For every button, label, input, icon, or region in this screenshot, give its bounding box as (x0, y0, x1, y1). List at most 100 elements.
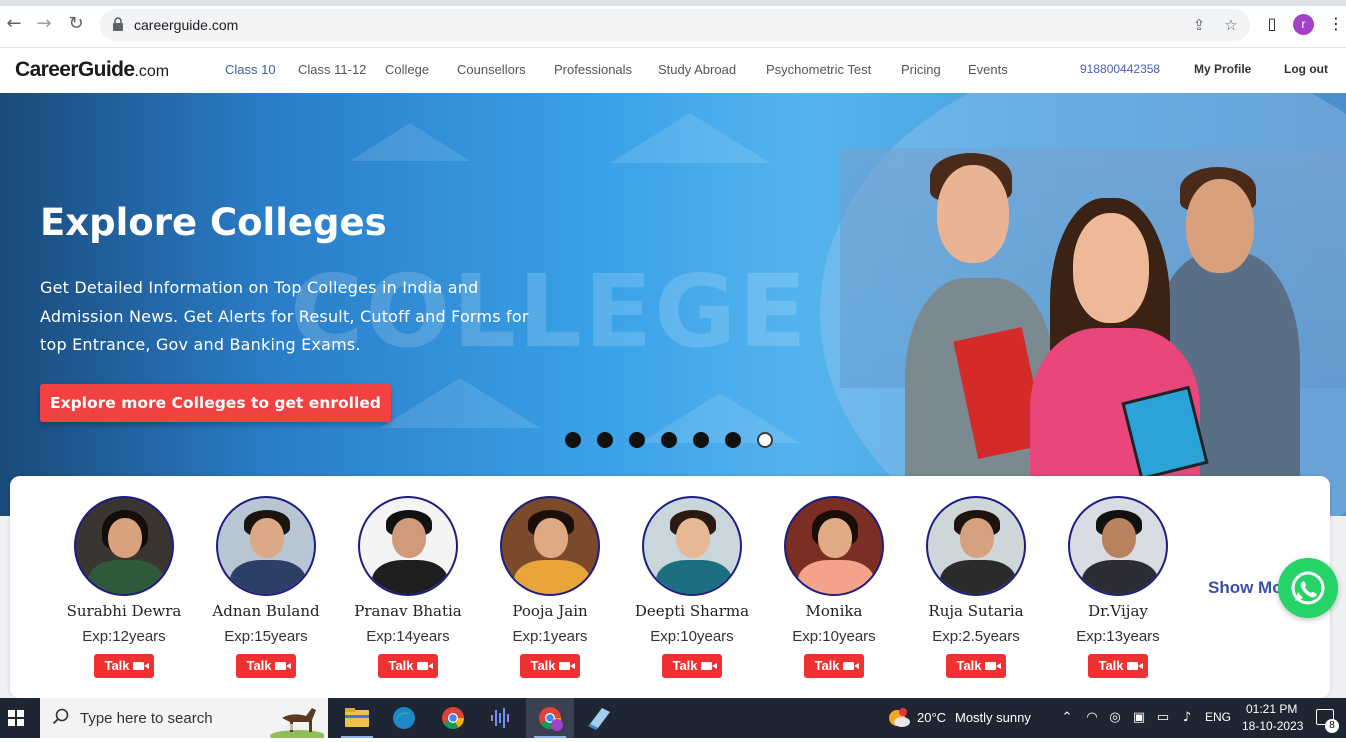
carousel-dot[interactable] (565, 432, 581, 448)
url-text[interactable]: careerguide.com (134, 17, 238, 33)
windows-start-icon[interactable] (8, 710, 24, 726)
notification-count: 8 (1325, 719, 1339, 733)
battery-icon[interactable]: ▭ (1154, 709, 1172, 727)
talk-button[interactable]: Talk (520, 654, 580, 678)
counsellor-experience: Exp:10years (650, 628, 734, 645)
camera-icon[interactable]: ▣ (1130, 709, 1148, 727)
avatar (358, 496, 458, 596)
counsellor-card[interactable]: Adnan Buland Exp:15years Talk (195, 496, 337, 686)
forward-icon[interactable]: → (34, 14, 54, 34)
talk-label: Talk (104, 658, 130, 673)
taskbar-chrome-profile[interactable] (526, 698, 574, 738)
talk-button[interactable]: Talk (378, 654, 438, 678)
hero-banner: COLLEGE Explore Colleges Get Detailed In… (0, 93, 1346, 516)
taskbar-voice-app[interactable] (477, 698, 525, 738)
counsellor-name: Adnan Buland (212, 602, 320, 620)
phone-number[interactable]: 918800442358 (1080, 62, 1160, 76)
taskbar-chrome[interactable] (429, 698, 477, 738)
network-icon[interactable]: ◠ (1083, 709, 1101, 727)
site-logo[interactable]: CareerGuide.com (15, 58, 169, 82)
language-indicator[interactable]: ENG (1205, 710, 1231, 724)
talk-button[interactable]: Talk (662, 654, 722, 678)
side-panel-icon[interactable]: ▯ (1262, 14, 1282, 34)
talk-button[interactable]: Talk (236, 654, 296, 678)
video-camera-icon (1126, 661, 1143, 670)
clock-time[interactable]: 01:21 PM (1246, 702, 1297, 716)
talk-label: Talk (814, 658, 840, 673)
counsellor-card[interactable]: Surabhi Dewra Exp:12years Talk (53, 496, 195, 686)
avatar (1068, 496, 1168, 596)
avatar (642, 496, 742, 596)
chevron-up-icon[interactable]: ⌃ (1058, 709, 1076, 727)
taskbar-file-explorer[interactable] (333, 698, 381, 738)
counsellor-card[interactable]: Dr.Vijay Exp:13years Talk (1047, 496, 1189, 686)
nav-pricing[interactable]: Pricing (901, 62, 941, 77)
nav-counsellors[interactable]: Counsellors (457, 62, 526, 77)
weather-sun-icon (889, 708, 910, 727)
menu-kebab-icon[interactable]: ⋮ (1326, 14, 1346, 34)
carousel-dot[interactable] (629, 432, 645, 448)
whatsapp-button[interactable] (1278, 558, 1338, 618)
counsellor-name: Monika (805, 602, 863, 620)
nav-professionals[interactable]: Professionals (554, 62, 632, 77)
weather-temperature[interactable]: 20°C (917, 710, 946, 725)
explore-colleges-button[interactable]: Explore more Colleges to get enrolled (40, 384, 391, 422)
talk-label: Talk (1098, 658, 1124, 673)
counsellor-name: Ruja Sutaria (928, 602, 1024, 620)
avatar (74, 496, 174, 596)
meet-now-icon[interactable]: ◎ (1106, 709, 1124, 727)
taskbar-notes-app[interactable] (576, 698, 624, 738)
audio-wave-icon (491, 708, 509, 728)
volume-icon[interactable]: ♪ (1178, 709, 1196, 727)
carousel-dot-active[interactable] (757, 432, 773, 448)
counsellor-card[interactable]: Pooja Jain Exp:1years Talk (479, 496, 621, 686)
share-icon[interactable]: ⇪ (1190, 16, 1208, 34)
avatar-face (534, 518, 568, 558)
profile-avatar[interactable]: r (1293, 14, 1314, 35)
counsellor-card[interactable]: Ruja Sutaria Exp:2.5years Talk (905, 496, 1047, 686)
my-profile-link[interactable]: My Profile (1194, 62, 1251, 76)
counsellor-card[interactable]: Pranav Bhatia Exp:14years Talk (337, 496, 479, 686)
video-camera-icon (558, 661, 575, 670)
bookmark-star-icon[interactable]: ☆ (1222, 16, 1240, 34)
nav-college[interactable]: College (385, 62, 429, 77)
talk-button[interactable]: Talk (804, 654, 864, 678)
carousel-dot[interactable] (661, 432, 677, 448)
chrome-profile-icon (539, 707, 563, 731)
video-camera-icon (132, 661, 149, 670)
counsellor-name: Pooja Jain (512, 602, 588, 620)
counsellor-name: Deepti Sharma (634, 602, 750, 620)
graduation-cap-decoration (610, 113, 770, 163)
nav-events[interactable]: Events (968, 62, 1008, 77)
avatar-body (940, 560, 1016, 594)
taskbar-edge[interactable] (380, 698, 428, 738)
talk-button[interactable]: Talk (94, 654, 154, 678)
carousel-dot[interactable] (725, 432, 741, 448)
taskbar-search[interactable]: Type here to search (40, 698, 328, 738)
video-camera-icon (700, 661, 717, 670)
back-icon[interactable]: ← (4, 14, 24, 34)
counsellor-experience: Exp:14years (366, 628, 450, 645)
talk-button[interactable]: Talk (1088, 654, 1148, 678)
counsellor-experience: Exp:10years (792, 628, 876, 645)
nav-study-abroad[interactable]: Study Abroad (658, 62, 736, 77)
hero-title: Explore Colleges (40, 201, 387, 244)
nav-class-10[interactable]: Class 10 (225, 62, 276, 77)
counsellor-card[interactable]: Monika Exp:10years Talk (763, 496, 905, 686)
carousel-dot[interactable] (597, 432, 613, 448)
address-bar[interactable]: careerguide.com ⇪ ☆ (100, 9, 1250, 41)
graduation-cap-decoration (350, 123, 470, 161)
talk-label: Talk (672, 658, 698, 673)
avatar-body (514, 560, 590, 594)
logout-link[interactable]: Log out (1284, 62, 1328, 76)
weather-description[interactable]: Mostly sunny (955, 710, 1031, 725)
counsellor-card[interactable]: Deepti Sharma Exp:10years Talk (621, 496, 763, 686)
carousel-dot[interactable] (693, 432, 709, 448)
video-camera-icon (984, 661, 1001, 670)
search-icon (52, 708, 69, 725)
nav-class-11-12[interactable]: Class 11-12 (298, 62, 366, 77)
talk-button[interactable]: Talk (946, 654, 1006, 678)
reload-icon[interactable]: ↻ (66, 14, 86, 34)
clock-date[interactable]: 18-10-2023 (1242, 719, 1303, 733)
nav-psychometric-test[interactable]: Psychometric Test (766, 62, 871, 77)
